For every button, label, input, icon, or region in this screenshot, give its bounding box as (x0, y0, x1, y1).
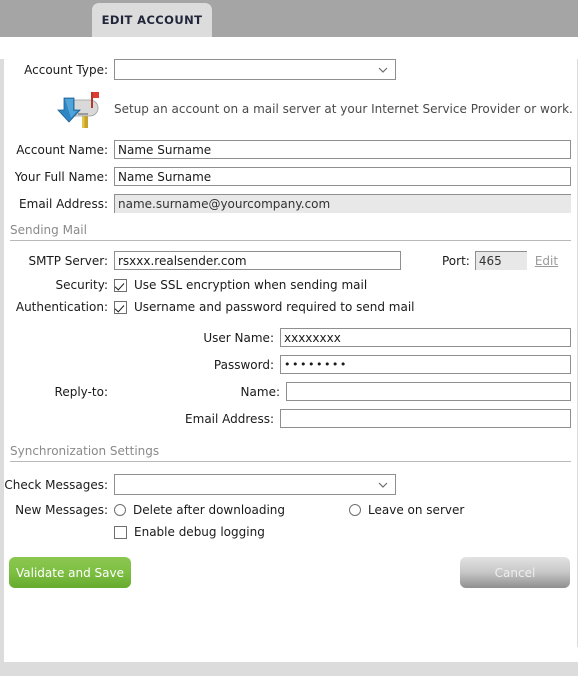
cancel-label: Cancel (494, 565, 536, 580)
account-name-input[interactable] (114, 140, 571, 159)
tab-edit-account[interactable]: EDIT ACCOUNT (92, 3, 212, 37)
full-name-input[interactable] (114, 167, 571, 186)
cancel-button[interactable]: Cancel (460, 557, 570, 588)
section-sending-mail-rule (10, 240, 571, 241)
ssl-encryption-label: Use SSL encryption when sending mail (134, 278, 368, 292)
chevron-down-icon (378, 479, 388, 489)
row-check-messages: Check Messages: (4, 474, 577, 495)
reply-to-email-label: Email Address: (185, 411, 274, 426)
account-name-label: Account Name: (16, 142, 108, 157)
tab-edit-account-label: EDIT ACCOUNT (101, 13, 203, 27)
edit-account-window: EDIT ACCOUNT Account Type: Setup an acco… (0, 0, 578, 676)
user-name-label: User Name: (203, 330, 274, 345)
password-label: Password: (213, 357, 274, 372)
radio-delete-after-downloading[interactable] (114, 504, 126, 516)
security-label: Security: (55, 278, 108, 292)
port-label: Port: (442, 253, 470, 268)
check-messages-select[interactable] (114, 474, 396, 495)
tab-bar: EDIT ACCOUNT (0, 0, 578, 37)
mailbox-download-icon (52, 88, 108, 130)
row-new-messages: New Messages: Delete after downloading L… (4, 503, 577, 517)
reply-to-name-input[interactable] (286, 382, 571, 401)
row-reply-to-email: Email Address: (4, 409, 577, 428)
password-input[interactable] (280, 355, 571, 374)
authentication-option-label: Username and password required to send m… (134, 300, 415, 314)
debug-logging-label: Enable debug logging (134, 525, 265, 539)
smtp-server-label: SMTP Server: (28, 253, 108, 268)
row-email-address: Email Address: (4, 194, 577, 213)
authentication-label: Authentication: (15, 300, 108, 314)
reply-to-email-input[interactable] (280, 409, 571, 428)
radio-delete-after-downloading-label: Delete after downloading (133, 503, 286, 517)
section-sending-mail-title: Sending Mail (10, 223, 87, 237)
row-reply-to-name: Reply-to: Name: (4, 382, 577, 401)
row-account-type: Account Type: (4, 59, 577, 80)
chevron-down-icon (378, 64, 388, 74)
debug-logging-checkbox[interactable] (114, 525, 127, 539)
window-footer (0, 647, 578, 676)
account-type-label: Account Type: (24, 62, 108, 77)
smtp-server-input[interactable] (114, 251, 401, 270)
new-messages-label: New Messages: (15, 503, 108, 517)
check-messages-label: Check Messages: (4, 477, 108, 492)
row-full-name: Your Full Name: (4, 167, 577, 186)
row-user-name: User Name: (4, 328, 577, 347)
port-edit-link[interactable]: Edit (535, 254, 558, 268)
reply-to-name-label: Name: (240, 384, 280, 399)
section-sync-settings: Synchronization Settings (4, 444, 577, 462)
email-address-input (114, 194, 571, 213)
button-bar: Validate and Save Cancel (4, 557, 577, 588)
account-type-select[interactable] (114, 59, 396, 80)
ssl-encryption-checkbox[interactable] (114, 278, 127, 292)
user-name-input[interactable] (280, 328, 571, 347)
port-input (474, 251, 527, 270)
validate-and-save-button[interactable]: Validate and Save (9, 557, 131, 588)
row-password: Password: (4, 355, 577, 374)
section-sync-settings-rule (10, 461, 571, 462)
row-account-name: Account Name: (4, 140, 577, 159)
section-sending-mail: Sending Mail (4, 223, 577, 241)
email-address-label: Email Address: (19, 196, 108, 211)
row-security: Security: Use SSL encryption when sendin… (4, 278, 577, 292)
row-smtp-server: SMTP Server: Port: Edit (4, 251, 577, 270)
reply-to-label: Reply-to: (54, 384, 108, 399)
row-setup-hint: Setup an account on a mail server at you… (4, 88, 577, 130)
radio-leave-on-server-label: Leave on server (368, 503, 465, 517)
full-name-label: Your Full Name: (14, 169, 108, 184)
validate-and-save-label: Validate and Save (15, 565, 125, 580)
row-authentication: Authentication: Username and password re… (4, 300, 577, 314)
footer-strip (0, 662, 578, 676)
form-content: Account Type: Setup an account on a mail… (0, 59, 578, 647)
authentication-checkbox[interactable] (114, 300, 127, 314)
radio-leave-on-server[interactable] (349, 504, 362, 516)
row-debug-logging: Enable debug logging (4, 525, 577, 539)
port-group: Port: Edit (442, 251, 558, 270)
section-sync-settings-title: Synchronization Settings (10, 444, 160, 458)
setup-hint-text: Setup an account on a mail server at you… (114, 102, 573, 116)
